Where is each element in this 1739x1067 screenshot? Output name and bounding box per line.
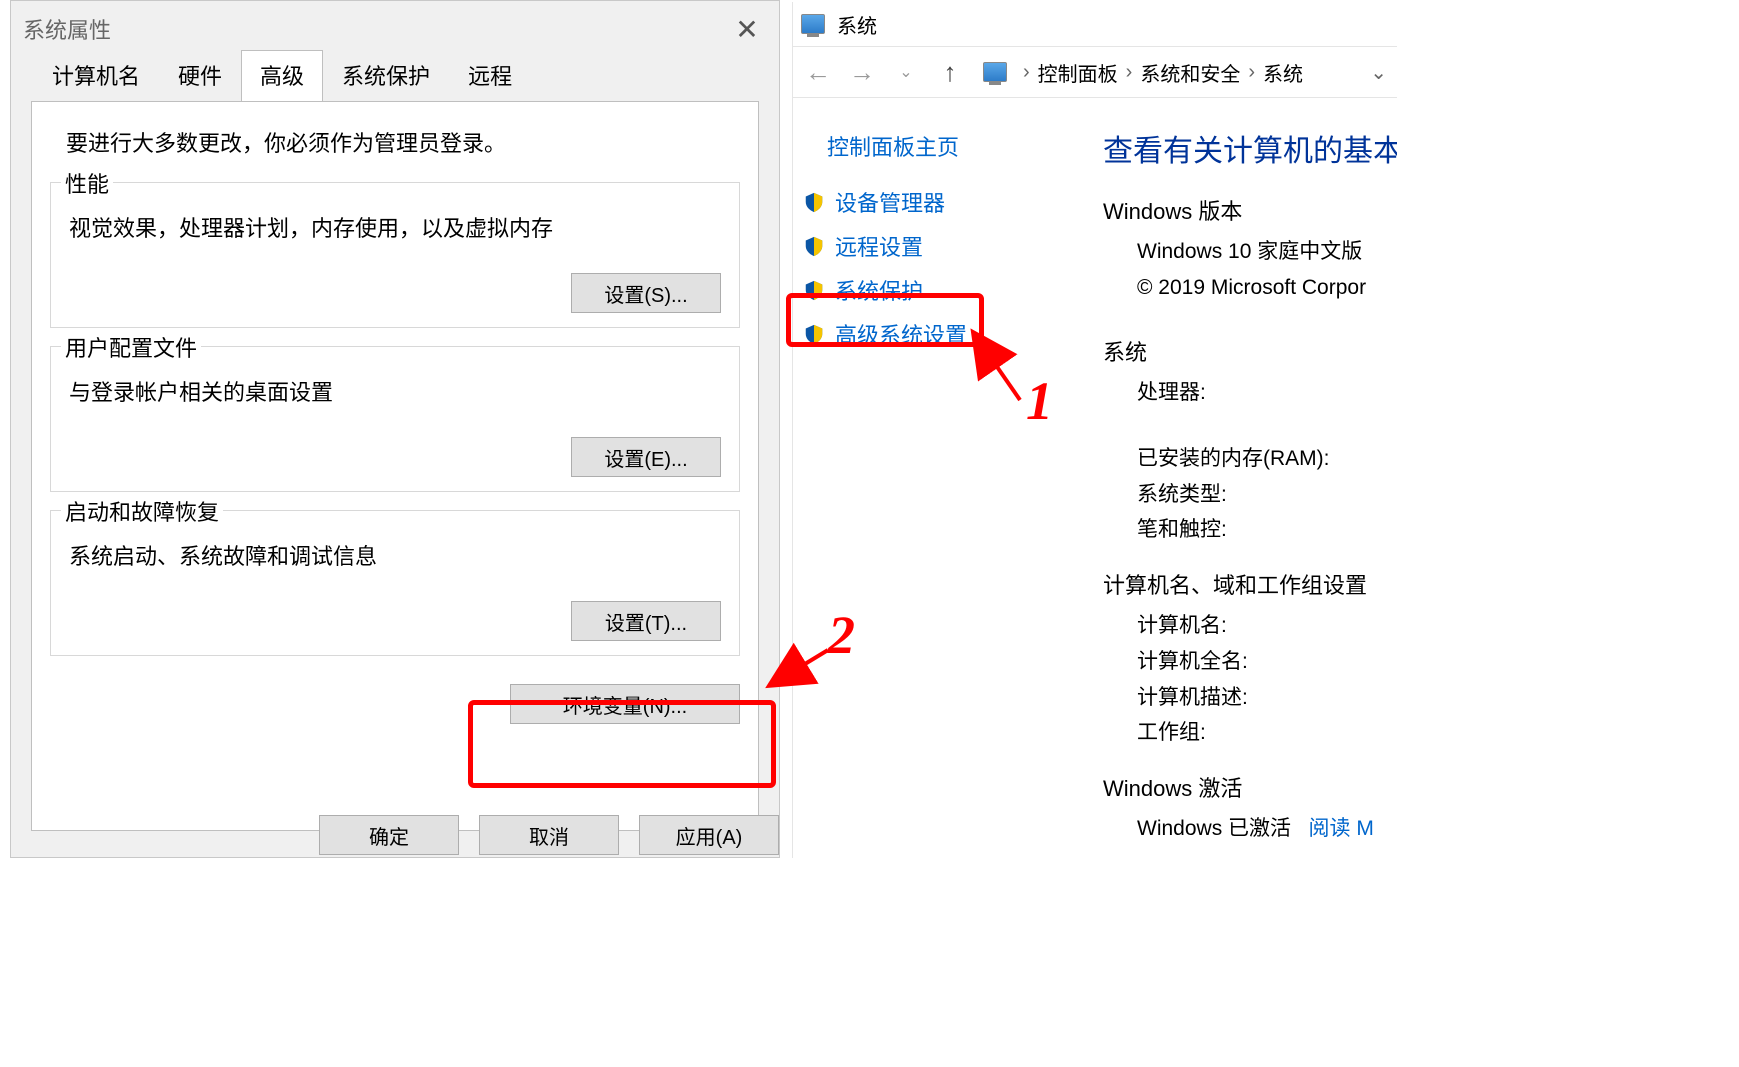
chevron-down-icon[interactable]: ⌄ [1370,60,1387,85]
tab-strip: 计算机名 硬件 高级 系统保护 远程 [11,57,779,101]
system-properties-dialog: 系统属性 ✕ 计算机名 硬件 高级 系统保护 远程 要进行大多数更改，你必须作为… [10,0,780,858]
section-activation: Windows 激活 [1103,771,1397,803]
breadcrumb[interactable]: › 控制面板 › 系统和安全 › 系统 ⌄ [1023,58,1387,87]
sidebar-item-device-manager[interactable]: 设备管理器 [793,180,1093,224]
sidebar-item-advanced-system-settings[interactable]: 高级系统设置 [793,312,1093,356]
group-startup-recovery: 启动和故障恢复 系统启动、系统故障和调试信息 设置(T)... [50,510,740,656]
group-startup-recovery-desc: 系统启动、系统故障和调试信息 [69,539,721,571]
tab-advanced[interactable]: 高级 [241,50,323,102]
chevron-right-icon: › [1248,61,1255,84]
chevron-right-icon: › [1126,61,1133,84]
label-processor: 处理器: [1137,375,1397,411]
control-panel-home-link[interactable]: 控制面板主页 [793,130,1093,180]
shield-icon [803,322,825,346]
admin-notice: 要进行大多数更改，你必须作为管理员登录。 [66,126,740,158]
group-user-profiles-desc: 与登录帐户相关的桌面设置 [69,375,721,407]
section-windows-edition: Windows 版本 [1103,194,1397,226]
label-workgroup: 工作组: [1137,715,1397,751]
user-profiles-settings-button[interactable]: 设置(E)... [571,437,721,477]
activation-status: Windows 已激活 [1137,817,1291,840]
sidebar-item-label: 设备管理器 [835,186,945,218]
activation-read-link[interactable]: 阅读 M [1309,817,1374,840]
apply-button[interactable]: 应用(A) [639,815,779,855]
sidebar-item-remote-settings[interactable]: 远程设置 [793,224,1093,268]
group-performance-desc: 视觉效果，处理器计划，内存使用，以及虚拟内存 [69,211,721,243]
tab-computer-name[interactable]: 计算机名 [33,50,159,101]
sidebar-item-label: 远程设置 [835,230,923,262]
windows-copyright: © 2019 Microsoft Corpor [1137,270,1397,306]
group-performance-legend: 性能 [61,167,113,199]
explorer-window-title: 系统 [837,10,877,39]
dialog-title: 系统属性 [23,13,111,45]
ok-button[interactable]: 确定 [319,815,459,855]
startup-recovery-settings-button[interactable]: 设置(T)... [571,601,721,641]
sidebar-item-label: 高级系统设置 [835,318,967,350]
group-startup-recovery-legend: 启动和故障恢复 [61,495,223,527]
windows-edition-value: Windows 10 家庭中文版 [1137,234,1397,270]
breadcrumb-computer-icon [983,62,1007,82]
label-ram: 已安装的内存(RAM): [1137,441,1397,477]
sidebar-item-label: 系统保护 [835,274,923,306]
nav-forward-icon[interactable]: → [847,57,877,88]
system-control-panel-window: 系统 ← → ⌄ ↑ › 控制面板 › 系统和安全 › 系统 ⌄ 控制面板主页 … [792,2,1397,858]
group-user-profiles: 用户配置文件 与登录帐户相关的桌面设置 设置(E)... [50,346,740,492]
control-panel-sidebar: 控制面板主页 设备管理器 远程设置 系统保护 [793,98,1093,864]
shield-icon [803,234,825,258]
group-performance: 性能 视觉效果，处理器计划，内存使用，以及虚拟内存 设置(S)... [50,182,740,328]
label-system-type: 系统类型: [1137,477,1397,513]
explorer-titlebar: 系统 [793,2,1397,46]
nav-back-icon[interactable]: ← [803,57,833,88]
system-info-pane: 查看有关计算机的基本 Windows 版本 Windows 10 家庭中文版 ©… [1093,98,1397,864]
explorer-nav-row: ← → ⌄ ↑ › 控制面板 › 系统和安全 › 系统 ⌄ [793,46,1397,98]
tab-remote[interactable]: 远程 [449,50,531,101]
label-computer-name: 计算机名: [1137,608,1397,644]
page-title: 查看有关计算机的基本 [1103,126,1397,170]
breadcrumb-system[interactable]: 系统 [1263,58,1303,87]
close-icon[interactable]: ✕ [727,13,767,46]
breadcrumb-control-panel[interactable]: 控制面板 [1038,58,1118,87]
tab-hardware[interactable]: 硬件 [159,50,241,101]
label-pen-touch: 笔和触控: [1137,512,1397,548]
computer-icon [801,14,825,34]
tab-system-protection[interactable]: 系统保护 [323,50,449,101]
label-computer-description: 计算机描述: [1137,680,1397,716]
group-user-profiles-legend: 用户配置文件 [61,331,201,363]
performance-settings-button[interactable]: 设置(S)... [571,273,721,313]
nav-history-dropdown-icon[interactable]: ⌄ [891,62,921,82]
shield-icon [803,190,825,214]
activation-status-line: Windows 已激活 阅读 M [1137,811,1397,847]
nav-up-icon[interactable]: ↑ [935,57,965,88]
dialog-titlebar: 系统属性 ✕ [11,1,779,57]
shield-icon [803,278,825,302]
tab-panel-advanced: 要进行大多数更改，你必须作为管理员登录。 性能 视觉效果，处理器计划，内存使用，… [31,101,759,831]
label-full-computer-name: 计算机全名: [1137,644,1397,680]
sidebar-item-system-protection[interactable]: 系统保护 [793,268,1093,312]
explorer-body: 控制面板主页 设备管理器 远程设置 系统保护 [793,98,1397,864]
cancel-button[interactable]: 取消 [479,815,619,855]
section-system: 系统 [1103,335,1397,367]
section-computer-name: 计算机名、域和工作组设置 [1103,568,1397,600]
breadcrumb-system-security[interactable]: 系统和安全 [1140,58,1240,87]
chevron-right-icon: › [1023,61,1030,84]
environment-variables-button[interactable]: 环境变量(N)... [510,684,740,724]
